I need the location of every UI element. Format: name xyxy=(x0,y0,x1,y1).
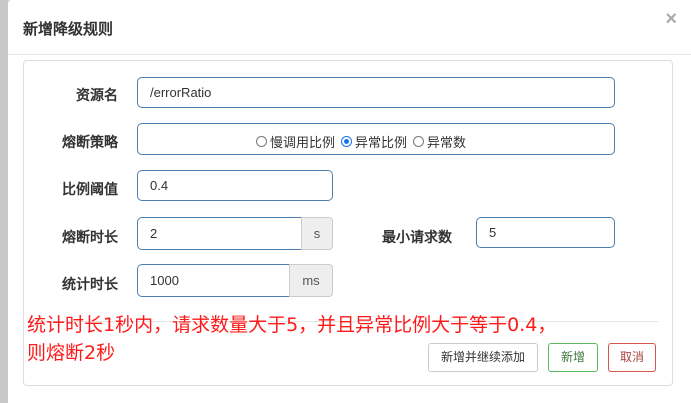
close-icon[interactable]: × xyxy=(665,8,677,31)
stat-duration-input[interactable]: 1000 xyxy=(137,264,290,297)
break-duration-input[interactable]: 2 xyxy=(137,217,302,250)
radio-slow-call-ratio[interactable]: 慢调用比例 xyxy=(256,132,335,151)
dialog-header: 新增降级规则 × xyxy=(8,0,691,55)
resource-input[interactable]: /errorRatio xyxy=(137,77,615,108)
ratio-threshold-input[interactable]: 0.4 xyxy=(137,170,333,201)
min-requests-input[interactable]: 5 xyxy=(476,217,615,248)
radio-circle-icon xyxy=(413,136,425,147)
stat-duration-label: 统计时长 xyxy=(62,276,118,292)
ratio-threshold-label: 比例阈值 xyxy=(62,181,118,197)
radio-circle-icon xyxy=(256,136,267,147)
radio-checked-icon xyxy=(341,136,353,147)
stat-duration-unit: ms xyxy=(289,264,333,297)
radio-label: 异常比例 xyxy=(355,135,408,150)
radio-error-ratio[interactable]: 异常比例 xyxy=(341,132,407,151)
annotation-line-2: 则熔断2秒 xyxy=(27,342,116,364)
annotation-line-1: 统计时长1秒内，请求数量大于5，并且异常比例大于等于0.4， xyxy=(27,314,557,336)
strategy-label: 熔断策略 xyxy=(62,134,118,150)
break-duration-label: 熔断时长 xyxy=(62,229,118,245)
min-requests-label: 最小请求数 xyxy=(382,229,452,245)
break-duration-unit: s xyxy=(301,217,333,250)
radio-error-count[interactable]: 异常数 xyxy=(413,132,466,151)
radio-label: 慢调用比例 xyxy=(270,135,336,150)
radio-label: 异常数 xyxy=(427,135,467,150)
resource-label: 资源名 xyxy=(76,87,118,103)
annotation-text: 统计时长1秒内，请求数量大于5，并且异常比例大于等于0.4， 则熔断2秒 xyxy=(27,311,627,367)
add-degrade-rule-dialog: 新增降级规则 × 资源名 /errorRatio 熔断策略 慢调用比例 异常比例… xyxy=(8,0,691,403)
dialog-title: 新增降级规则 xyxy=(23,21,114,38)
background-edge xyxy=(0,0,8,403)
strategy-radio-group: 慢调用比例 异常比例 异常数 xyxy=(256,132,466,151)
